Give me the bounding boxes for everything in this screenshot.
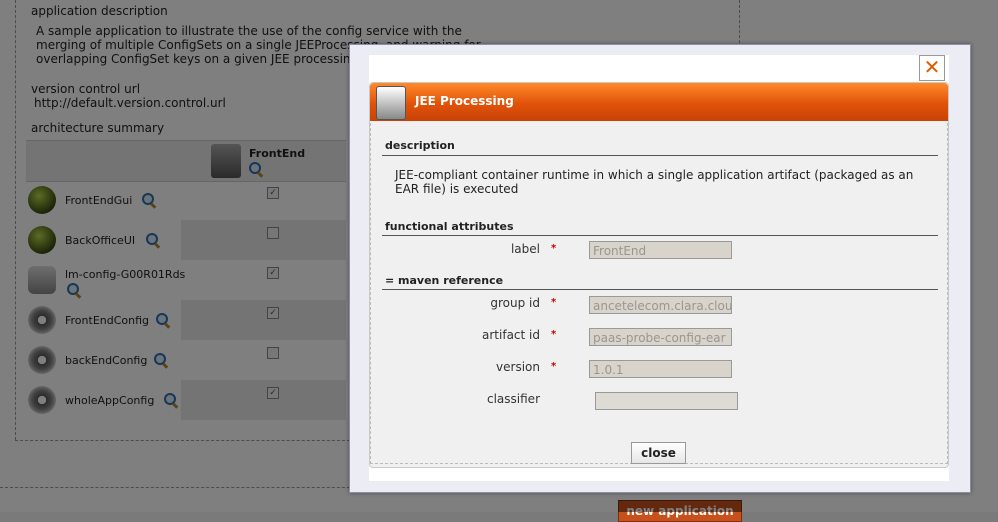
maven-section-label: = maven reference	[385, 274, 504, 287]
divider	[382, 155, 938, 156]
required-marker: *	[551, 297, 557, 308]
description-text: JEE-compliant container runtime in which…	[395, 168, 914, 196]
classifier-label: classifier	[487, 392, 540, 406]
jee-processing-panel: JEE Processing description JEE-compliant…	[369, 82, 949, 468]
panel-header: JEE Processing	[370, 83, 948, 121]
panel-title: JEE Processing	[415, 94, 514, 108]
divider	[382, 289, 938, 290]
jee-server-icon	[376, 86, 406, 120]
label-field-label: label	[510, 242, 540, 256]
version-field[interactable]: 1.0.1	[589, 360, 732, 378]
close-icon[interactable]: ✕	[919, 55, 945, 81]
divider	[382, 235, 938, 236]
required-marker: *	[551, 361, 557, 372]
group-id-label: group id	[490, 296, 540, 310]
jee-processing-modal: ✕ JEE Processing description JEE-complia…	[349, 44, 971, 493]
version-label: version	[496, 360, 540, 374]
classifier-field[interactable]	[595, 392, 738, 410]
label-field[interactable]: FrontEnd	[589, 241, 732, 259]
close-button[interactable]: close	[631, 442, 686, 464]
artifact-id-field[interactable]: paas-probe-config-ear	[589, 328, 732, 346]
group-id-field[interactable]: ancetelecom.clara.cloud	[589, 296, 732, 314]
modal-body: ✕ JEE Processing description JEE-complia…	[369, 55, 949, 481]
artifact-id-label: artifact id	[482, 328, 540, 342]
description-section-label: description	[385, 139, 455, 152]
required-marker: *	[551, 329, 557, 340]
functional-section-label: functional attributes	[385, 220, 514, 233]
required-marker: *	[551, 243, 557, 254]
